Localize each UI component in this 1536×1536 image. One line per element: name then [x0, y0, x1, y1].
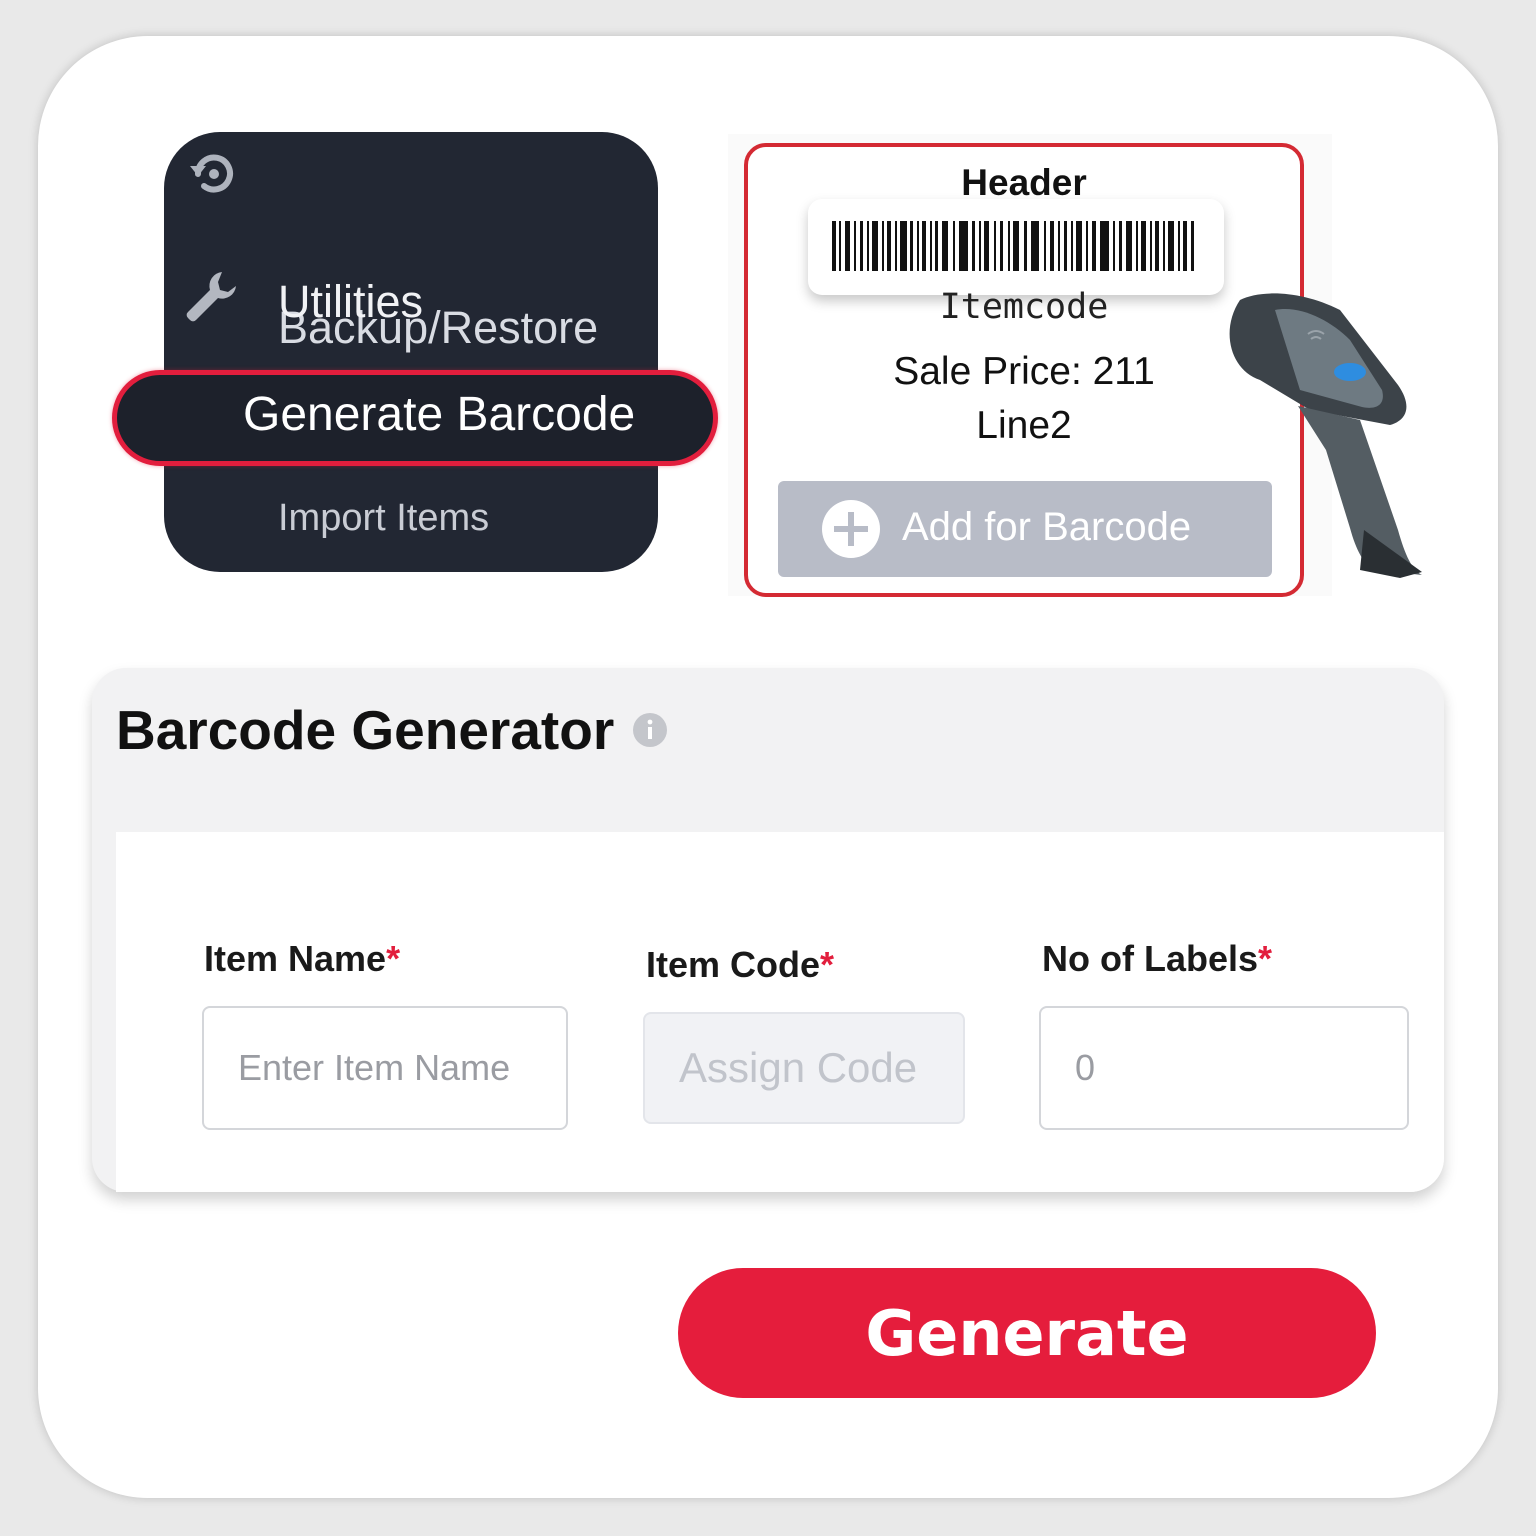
- restore-icon: [190, 154, 233, 193]
- info-icon[interactable]: [632, 712, 668, 748]
- item-code-label-text: Item Code: [646, 944, 821, 985]
- no-of-labels-label: No of Labels*: [1042, 938, 1272, 980]
- sidebar-item-generate-barcode[interactable]: Generate Barcode: [112, 370, 718, 466]
- generator-form: Item Name* Item Code* No of Labels*: [116, 832, 1444, 1192]
- required-mark: *: [386, 938, 401, 979]
- item-name-label: Item Name*: [204, 938, 400, 980]
- sidebar-item-label: Generate Barcode: [243, 388, 636, 441]
- item-name-label-text: Item Name: [204, 938, 387, 979]
- page-title: Barcode Generator: [116, 699, 615, 761]
- label-header: Header: [961, 162, 1087, 203]
- barcode-scanner-icon: [1229, 293, 1422, 578]
- item-name-input[interactable]: [202, 1006, 568, 1130]
- item-code-label: Item Code*: [646, 944, 834, 986]
- generate-button[interactable]: Generate: [678, 1268, 1376, 1398]
- no-of-labels-input[interactable]: [1039, 1006, 1409, 1130]
- wrench-icon: [186, 272, 236, 322]
- sidebar-item-label: Utilities: [278, 276, 424, 327]
- no-of-labels-label-text: No of Labels: [1042, 938, 1259, 979]
- barcode-generator-panel: Barcode Generator Item Name* Item Code* …: [92, 668, 1444, 1192]
- item-code-input[interactable]: [643, 1012, 965, 1124]
- plus-circle-icon: [822, 500, 880, 558]
- sidebar-item-label: Import Items: [278, 497, 490, 539]
- required-mark: *: [1258, 938, 1273, 979]
- add-for-barcode-label: Add for Barcode: [902, 505, 1192, 549]
- required-mark: *: [820, 944, 835, 985]
